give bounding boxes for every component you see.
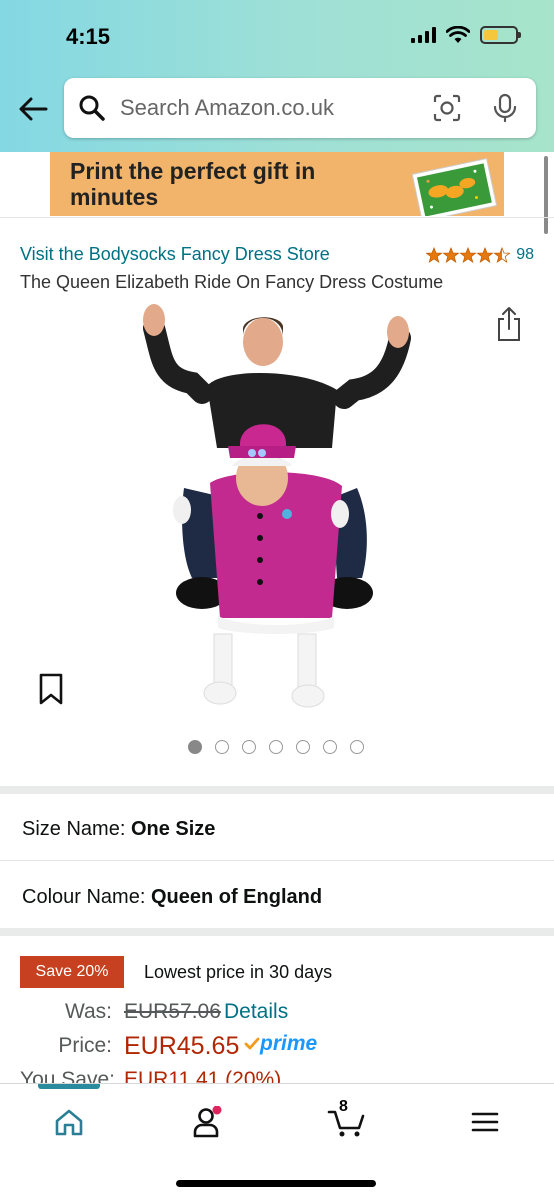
lowest-price-text: Lowest price in 30 days xyxy=(144,962,333,982)
was-price: EUR57.06 xyxy=(124,1000,221,1023)
rating[interactable]: 98 xyxy=(426,246,534,264)
rating-count: 98 xyxy=(516,246,534,263)
scrollbar[interactable] xyxy=(544,156,548,234)
status-time: 4:15 xyxy=(66,24,111,49)
search-placeholder: Search Amazon.co.uk xyxy=(120,95,335,120)
promo-text: Print the perfect gift in minutes xyxy=(70,158,316,210)
carousel-dot[interactable] xyxy=(188,740,202,754)
account-icon xyxy=(193,1106,222,1138)
product-image[interactable] xyxy=(132,298,422,718)
store-link[interactable]: Visit the Bodysocks Fancy Dress Store xyxy=(20,244,330,265)
carousel-dot[interactable] xyxy=(242,740,256,754)
wifi-icon xyxy=(446,26,470,43)
product-title: The Queen Elizabeth Ride On Fancy Dress … xyxy=(20,272,444,292)
colour-label: Colour Name: xyxy=(22,886,146,908)
nav-cart[interactable]: 8 xyxy=(325,1098,369,1142)
gift-card-image xyxy=(411,158,498,216)
size-row[interactable]: Size Name: One Size xyxy=(22,818,215,841)
save-badge: Save 20% xyxy=(20,956,124,988)
you-save-label: You Save: xyxy=(20,1068,115,1084)
size-value: One Size xyxy=(130,818,216,840)
section-divider xyxy=(0,928,554,936)
price-label: Price: xyxy=(58,1034,112,1057)
prime-badge: prime xyxy=(244,1032,317,1056)
back-arrow-icon[interactable] xyxy=(16,92,50,126)
colour-value: Queen of England xyxy=(150,886,323,908)
carousel-dot[interactable] xyxy=(350,740,364,754)
signal-icon xyxy=(411,27,436,43)
nav-account[interactable] xyxy=(187,1102,227,1142)
you-save-value: EUR11.41 (20%) xyxy=(124,1068,282,1084)
nav-active-indicator xyxy=(38,1084,100,1089)
section-divider xyxy=(0,786,554,794)
carousel-dot[interactable] xyxy=(323,740,337,754)
promo-banner[interactable]: Print the perfect gift in minutes xyxy=(50,152,504,216)
home-indicator[interactable] xyxy=(176,1180,376,1187)
home-icon xyxy=(55,1109,83,1136)
prime-label: prime xyxy=(260,1032,318,1055)
you-save-row: You Save: EUR11.41 (20%) xyxy=(0,1068,554,1084)
size-label: Size Name: xyxy=(22,818,126,840)
details-link[interactable]: Details xyxy=(224,1000,288,1024)
current-price: EUR45.65 xyxy=(124,1032,240,1060)
microphone-icon[interactable] xyxy=(492,93,518,123)
search-input[interactable]: Search Amazon.co.uk xyxy=(64,78,536,138)
nav-menu[interactable] xyxy=(465,1102,505,1142)
nav-home[interactable] xyxy=(49,1102,89,1142)
battery-icon xyxy=(480,26,521,44)
was-label: Was: xyxy=(64,1000,112,1023)
prime-check-icon xyxy=(244,1037,260,1050)
carousel-dot[interactable] xyxy=(296,740,310,754)
status-icons xyxy=(411,26,521,44)
carousel-dot[interactable] xyxy=(215,740,229,754)
search-icon xyxy=(79,95,105,121)
menu-icon xyxy=(471,1112,499,1132)
camera-lens-icon[interactable] xyxy=(432,93,462,123)
colour-row[interactable]: Colour Name: Queen of England xyxy=(22,886,322,909)
image-carousel-dots[interactable] xyxy=(188,740,364,754)
bookmark-icon[interactable] xyxy=(38,672,64,706)
carousel-dot[interactable] xyxy=(269,740,283,754)
divider xyxy=(0,860,554,861)
star-rating-icon xyxy=(426,247,511,263)
divider xyxy=(0,217,554,218)
share-icon[interactable] xyxy=(494,306,524,342)
header-bar: 4:15 Search Amazon.co.uk xyxy=(0,0,554,152)
cart-count: 8 xyxy=(339,1098,348,1115)
